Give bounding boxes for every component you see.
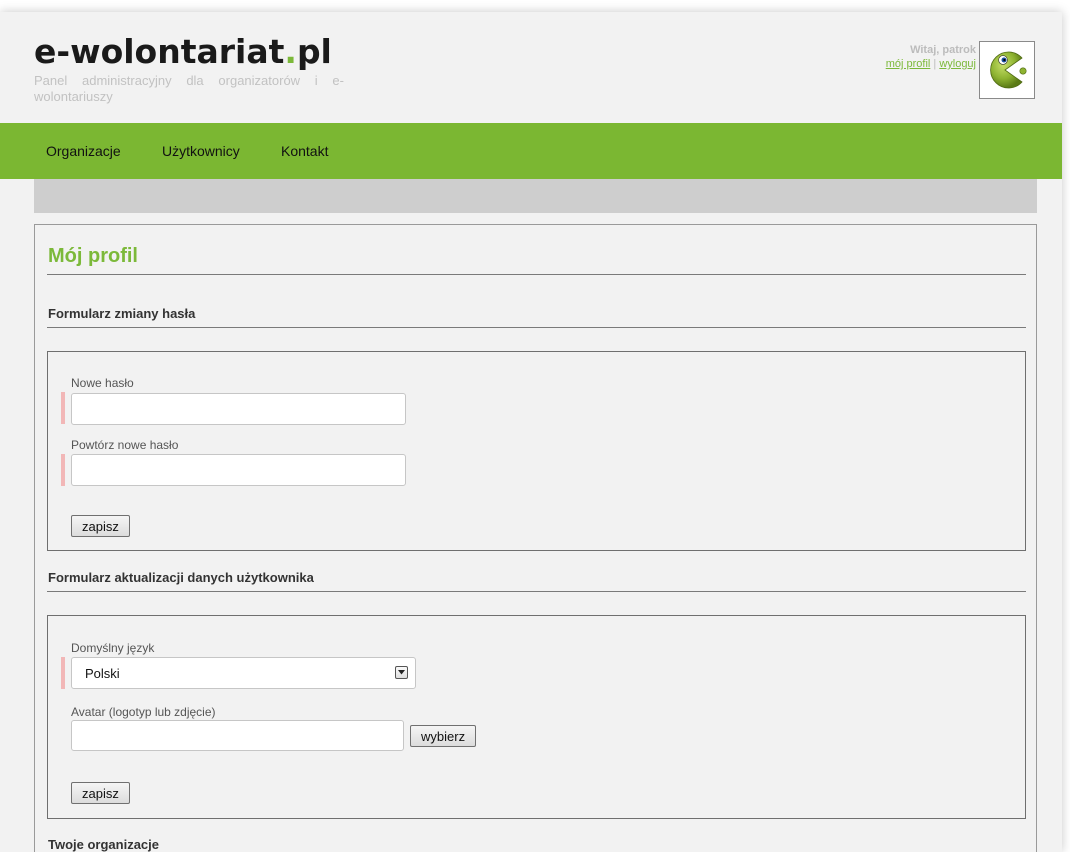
section-divider: [47, 327, 1026, 328]
language-select-value: Polski: [85, 666, 120, 681]
nav-item-uzytkownicy[interactable]: Użytkownicy: [162, 143, 240, 159]
page-container: e-wolontariat.pl Panel administracyjny d…: [0, 12, 1062, 852]
new-password-input[interactable]: [71, 393, 406, 425]
save-user-data-button[interactable]: zapisz: [71, 782, 130, 804]
chevron-down-icon[interactable]: [395, 666, 408, 679]
pacman-icon: [990, 51, 1027, 89]
required-marker: [61, 454, 65, 486]
sub-navigation-bar: [34, 179, 1037, 213]
logout-link[interactable]: wyloguj: [939, 58, 976, 70]
repeat-password-label: Powtórz nowe hasło: [71, 438, 179, 452]
site-header: e-wolontariat.pl Panel administracyjny d…: [0, 12, 1062, 123]
save-password-button[interactable]: zapisz: [71, 515, 130, 537]
title-divider: [47, 274, 1026, 275]
welcome-text: Witaj, patrok: [910, 44, 976, 56]
user-form-heading: Formularz aktualizacji danych użytkownik…: [48, 570, 314, 585]
avatar[interactable]: [979, 41, 1035, 99]
logo-dot: .: [284, 32, 297, 71]
section-divider: [47, 591, 1026, 592]
nav-item-organizacje[interactable]: Organizacje: [46, 143, 121, 159]
organizations-heading: Twoje organizacje: [48, 837, 160, 852]
logo-tld: pl: [296, 32, 332, 71]
new-password-label: Nowe hasło: [71, 376, 134, 390]
page-title: Mój profil: [48, 245, 138, 267]
language-select[interactable]: Polski: [71, 657, 416, 689]
repeat-password-input[interactable]: [71, 454, 406, 486]
user-data-form: Domyślny język Polski Avatar (logotyp lu…: [47, 615, 1026, 819]
choose-file-button[interactable]: wybierz: [410, 725, 477, 747]
user-menu: Witaj, patrok mój profil | wyloguj: [886, 43, 976, 71]
site-logo[interactable]: e-wolontariat.pl: [34, 34, 332, 70]
avatar-label: Avatar (logotyp lub zdjęcie): [71, 705, 216, 719]
password-form: Nowe hasło Powtórz nowe hasło zapisz: [47, 351, 1026, 551]
main-navigation: Organizacje Użytkownicy Kontakt: [0, 123, 1062, 179]
logo-text: e-wolontariat: [34, 32, 285, 71]
user-links: mój profil | wyloguj: [886, 57, 976, 71]
site-tagline: Panel administracyjny dla organizatorów …: [34, 73, 344, 104]
main-content: Mój profil Formularz zmiany hasła Nowe h…: [34, 224, 1037, 852]
link-separator: |: [933, 58, 937, 70]
required-marker: [61, 657, 65, 689]
language-label: Domyślny język: [71, 641, 155, 655]
password-form-heading: Formularz zmiany hasła: [48, 306, 196, 321]
my-profile-link[interactable]: mój profil: [886, 58, 931, 70]
avatar-file-input[interactable]: [71, 720, 404, 751]
required-marker: [61, 392, 65, 424]
nav-item-kontakt[interactable]: Kontakt: [281, 143, 328, 159]
